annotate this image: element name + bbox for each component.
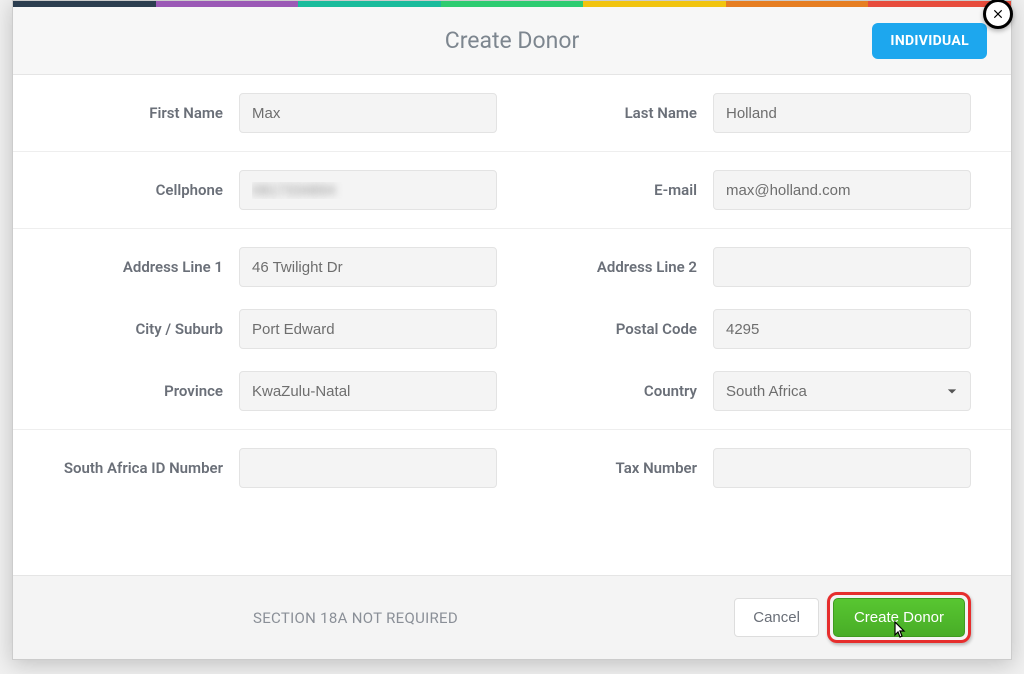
address1-label: Address Line 1 [53, 258, 223, 276]
address2-label: Address Line 2 [527, 258, 697, 276]
first-name-label: First Name [53, 104, 223, 122]
create-donor-label: Create Donor [854, 609, 944, 626]
field-tax-number: Tax Number [527, 448, 971, 488]
tax-number-label: Tax Number [527, 459, 697, 477]
section-address: Address Line 1 Address Line 2 City / Sub… [13, 229, 1011, 430]
cellphone-input[interactable] [239, 170, 497, 210]
first-name-input[interactable] [239, 93, 497, 133]
form-body: First Name Last Name Cellphone E-mail [13, 75, 1011, 575]
field-email: E-mail [527, 170, 971, 210]
email-label: E-mail [527, 181, 697, 199]
city-label: City / Suburb [53, 320, 223, 338]
last-name-input[interactable] [713, 93, 971, 133]
country-select[interactable]: South Africa [713, 371, 971, 411]
province-label: Province [53, 382, 223, 400]
field-province: Province [53, 371, 497, 411]
field-country: Country South Africa [527, 371, 971, 411]
field-address2: Address Line 2 [527, 247, 971, 287]
modal-header: Create Donor INDIVIDUAL [13, 7, 1011, 75]
field-last-name: Last Name [527, 93, 971, 133]
donor-type-badge[interactable]: INDIVIDUAL [872, 23, 987, 59]
modal-title: Create Donor [445, 27, 580, 54]
tax-number-input[interactable] [713, 448, 971, 488]
field-postal: Postal Code [527, 309, 971, 349]
field-sa-id: South Africa ID Number [53, 448, 497, 488]
email-input[interactable] [713, 170, 971, 210]
close-button[interactable] [983, 0, 1013, 29]
close-icon [991, 7, 1005, 21]
cellphone-label: Cellphone [53, 181, 223, 199]
footer-actions: Cancel Create Donor [734, 592, 971, 643]
postal-label: Postal Code [527, 320, 697, 338]
province-input[interactable] [239, 371, 497, 411]
field-first-name: First Name [53, 93, 497, 133]
submit-highlight: Create Donor [827, 592, 971, 643]
section-identifiers: South Africa ID Number Tax Number [13, 430, 1011, 506]
last-name-label: Last Name [527, 104, 697, 122]
city-input[interactable] [239, 309, 497, 349]
address1-input[interactable] [239, 247, 497, 287]
field-city: City / Suburb [53, 309, 497, 349]
create-donor-modal: Create Donor INDIVIDUAL First Name Last … [12, 0, 1012, 660]
address2-input[interactable] [713, 247, 971, 287]
section-contact: Cellphone E-mail [13, 152, 1011, 229]
section-name: First Name Last Name [13, 75, 1011, 152]
postal-input[interactable] [713, 309, 971, 349]
field-address1: Address Line 1 [53, 247, 497, 287]
field-cellphone: Cellphone [53, 170, 497, 210]
cancel-button[interactable]: Cancel [734, 598, 819, 637]
country-label: Country [527, 382, 697, 400]
sa-id-input[interactable] [239, 448, 497, 488]
sa-id-label: South Africa ID Number [53, 459, 223, 477]
section-18a-note: SECTION 18A NOT REQUIRED [253, 609, 458, 627]
modal-footer: SECTION 18A NOT REQUIRED Cancel Create D… [13, 575, 1011, 659]
create-donor-button[interactable]: Create Donor [833, 598, 965, 637]
